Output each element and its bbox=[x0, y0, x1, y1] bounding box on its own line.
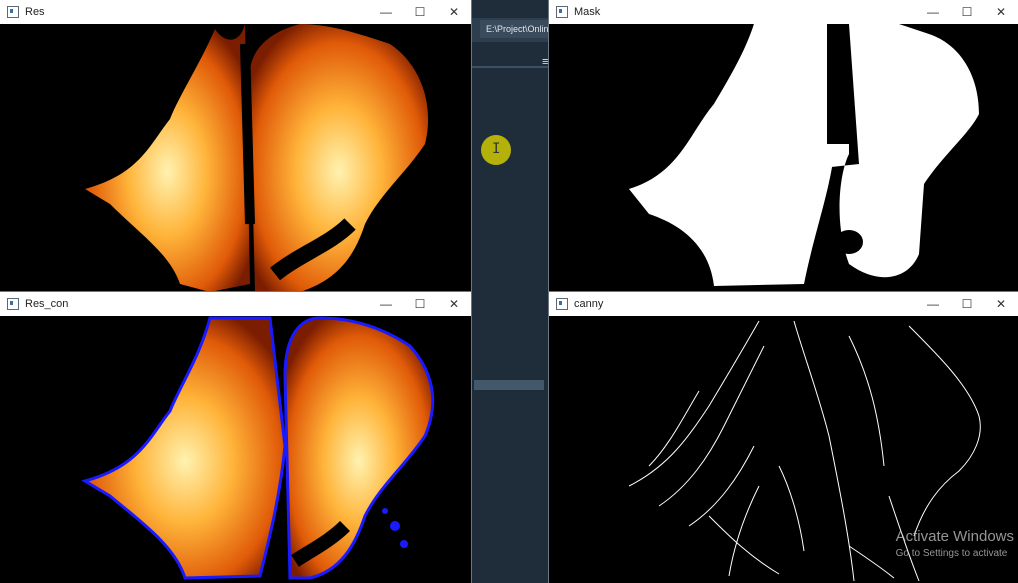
maximize-button[interactable]: ☐ bbox=[950, 292, 984, 316]
close-button[interactable]: ✕ bbox=[984, 0, 1018, 24]
window-title: Mask bbox=[574, 6, 601, 18]
res-con-image bbox=[0, 316, 471, 583]
watermark-subtitle: Go to Settings to activate bbox=[895, 548, 1008, 559]
canny-image: Activate Windows Go to Settings to activ… bbox=[549, 316, 1018, 583]
maximize-button[interactable]: ☐ bbox=[950, 0, 984, 24]
minimize-button[interactable]: — bbox=[369, 292, 403, 316]
res-con-titlebar[interactable]: Res_con — ☐ ✕ bbox=[0, 292, 471, 316]
minimize-button[interactable]: — bbox=[369, 0, 403, 24]
mask-image bbox=[549, 24, 1018, 292]
minimize-button[interactable]: — bbox=[916, 292, 950, 316]
close-button[interactable]: ✕ bbox=[437, 0, 471, 24]
app-icon bbox=[7, 298, 19, 310]
ide-path-tab[interactable]: E:\Project\Online ( bbox=[480, 20, 556, 38]
mask-window: Mask — ☐ ✕ bbox=[549, 0, 1018, 292]
background-ide: E:\Project\Online ( ≡ bbox=[470, 0, 556, 583]
close-button[interactable]: ✕ bbox=[437, 292, 471, 316]
activation-watermark: Activate Windows Go to Settings to activ… bbox=[896, 528, 1014, 559]
ide-divider bbox=[470, 66, 550, 68]
app-icon bbox=[556, 6, 568, 18]
watermark-title: Activate Windows bbox=[895, 528, 1014, 545]
close-button[interactable]: ✕ bbox=[984, 292, 1018, 316]
minimize-button[interactable]: — bbox=[916, 0, 950, 24]
canny-window: canny — ☐ ✕ Activate Windows Go to Setti… bbox=[549, 292, 1018, 583]
maximize-button[interactable]: ☐ bbox=[403, 292, 437, 316]
ibeam-cursor-icon: I bbox=[492, 141, 501, 157]
res-titlebar[interactable]: Res — ☐ ✕ bbox=[0, 0, 471, 24]
window-title: canny bbox=[574, 298, 604, 310]
window-title: Res_con bbox=[25, 298, 69, 310]
mask-titlebar[interactable]: Mask — ☐ ✕ bbox=[549, 0, 1018, 24]
res-con-window: Res_con — ☐ ✕ bbox=[0, 292, 471, 583]
res-window: Res — ☐ ✕ bbox=[0, 0, 471, 292]
maximize-button[interactable]: ☐ bbox=[403, 0, 437, 24]
window-title: Res bbox=[25, 6, 45, 18]
ide-scrollbar[interactable] bbox=[474, 380, 544, 390]
app-icon bbox=[556, 298, 568, 310]
res-image bbox=[0, 24, 471, 292]
app-icon bbox=[7, 6, 19, 18]
canny-titlebar[interactable]: canny — ☐ ✕ bbox=[549, 292, 1018, 316]
